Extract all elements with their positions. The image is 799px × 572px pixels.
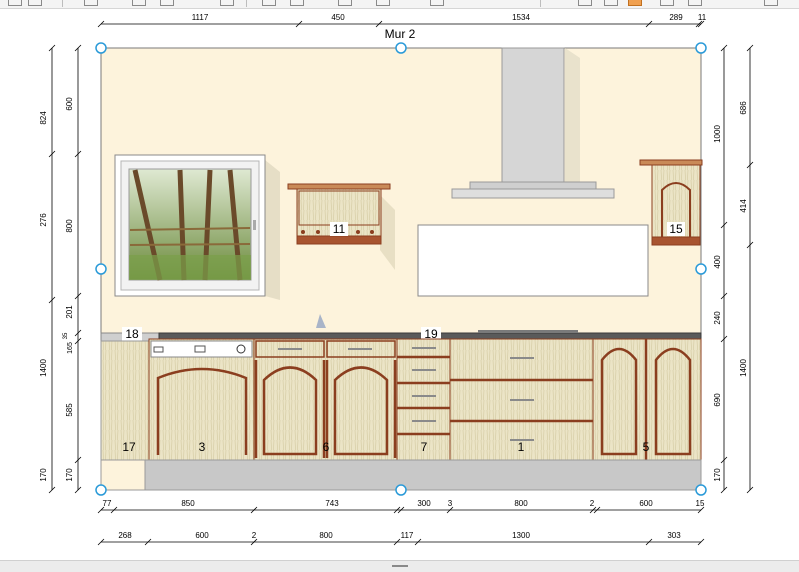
window-handle-icon [253, 220, 256, 230]
handle-mid-left [95, 263, 107, 275]
dim-left-inner-3: 201 [65, 305, 74, 319]
align-icon[interactable] [132, 0, 146, 6]
print-icon[interactable] [688, 0, 702, 6]
wall-view-icon[interactable] [430, 0, 444, 6]
handle-mid-right [695, 263, 707, 275]
export-icon[interactable] [660, 0, 674, 6]
arrow-right-icon[interactable] [28, 0, 42, 6]
dim-top-3: 1534 [512, 13, 530, 22]
resize-grip-icon[interactable] [392, 565, 408, 567]
splashback-panel [417, 224, 649, 297]
toolbar-separator [62, 0, 63, 7]
dim-bottom2-4: 800 [319, 531, 333, 540]
cabinet-number-5: 5 [643, 440, 650, 454]
cabinet-number-17: 17 [122, 440, 136, 454]
toolbar-separator [540, 0, 541, 7]
dim-left-inner-7: 170 [65, 468, 74, 482]
more-icon[interactable] [764, 0, 778, 6]
dim-right-outer-2: 414 [739, 199, 748, 213]
grid-icon[interactable] [160, 0, 174, 6]
dim-right-inner-5: 170 [713, 468, 722, 482]
dim-bottom1-2: 850 [181, 499, 195, 508]
arrow-left-icon[interactable] [8, 0, 22, 6]
dim-bottom1-8: 600 [639, 499, 653, 508]
dim-right-inner-4: 690 [713, 393, 722, 407]
status-bar [0, 560, 799, 572]
circle-icon[interactable] [290, 0, 304, 6]
dim-bottom1-1: 77 [103, 499, 112, 508]
cabinet-number-1: 1 [518, 440, 525, 454]
hob-icon [478, 330, 578, 333]
dim-left-inner-1: 600 [65, 97, 74, 111]
dim-left-inner-2: 800 [65, 219, 74, 233]
dim-bottom2-3: 2 [252, 531, 257, 540]
handle-bottom-mid [395, 484, 407, 496]
dim-left-inner-6: 585 [65, 403, 74, 417]
cabinet-number-11: 11 [333, 222, 346, 236]
dim-bottom1-3: 743 [325, 499, 339, 508]
dim-right-outer-1: 686 [739, 101, 748, 115]
dim-right-inner-1: 1000 [713, 125, 722, 143]
dim-top-2: 450 [331, 13, 345, 22]
window[interactable] [114, 154, 280, 300]
handle-top-mid [395, 42, 407, 54]
dim-bottom2-5: 117 [401, 531, 414, 540]
dim-left-outer-3: 1400 [39, 359, 48, 377]
cabinet-number-3: 3 [199, 440, 206, 454]
dim-bottom1-7: 2 [590, 499, 595, 508]
dim-bottom1-9: 15 [696, 499, 705, 508]
dim-bottom2-1: 268 [118, 531, 132, 540]
active-view-icon[interactable] [628, 0, 642, 6]
handle-top-left [95, 42, 107, 54]
cabinet-number-15: 15 [669, 222, 683, 236]
rotate-icon[interactable] [262, 0, 276, 6]
plinth-left [100, 459, 146, 491]
plan-icon[interactable] [604, 0, 618, 6]
line-icon[interactable] [338, 0, 352, 6]
elevation-icon[interactable] [578, 0, 592, 6]
dim-top-5: 11 [698, 13, 707, 22]
dim-left-inner-5: 165 [67, 342, 74, 354]
cabinet-number-7: 7 [421, 440, 428, 454]
handle-top-right [695, 42, 707, 54]
dim-right-inner-3: 240 [713, 311, 722, 325]
wall-title: Mur 2 [385, 27, 416, 41]
worktop-number-18: 18 [125, 327, 139, 341]
dim-left-outer-4: 170 [39, 468, 48, 482]
chevron-icon[interactable] [376, 0, 390, 6]
dim-bottom1-5: 3 [448, 499, 453, 508]
dim-top-1: 1117 [192, 13, 209, 22]
dim-left-outer-1: 824 [39, 111, 48, 125]
dim-bottom1-4: 300 [417, 499, 431, 508]
plinth [144, 459, 702, 491]
dim-bottom2-2: 600 [195, 531, 209, 540]
dim-bottom2-6: 1300 [512, 531, 530, 540]
handle-bottom-right [695, 484, 707, 496]
dim-left-inner-4: 35 [63, 332, 69, 339]
dim-right-outer-3: 1400 [739, 359, 748, 377]
wall-elevation-drawing[interactable]: 11 15 18 19 17 3 6 7 1 5 Mur 2 1117 450 … [0, 8, 799, 560]
bracket-icon[interactable] [220, 0, 234, 6]
dim-left-outer-2: 276 [39, 213, 48, 227]
dim-top-4: 289 [669, 13, 683, 22]
cabinet-number-6: 6 [323, 440, 330, 454]
toolbar-separator [246, 0, 247, 7]
dim-right-inner-2: 400 [713, 255, 722, 269]
dim-bottom1-6: 800 [514, 499, 528, 508]
dim-bottom2-7: 303 [667, 531, 681, 540]
ruler-icon[interactable] [84, 0, 98, 6]
handle-bottom-left [95, 484, 107, 496]
